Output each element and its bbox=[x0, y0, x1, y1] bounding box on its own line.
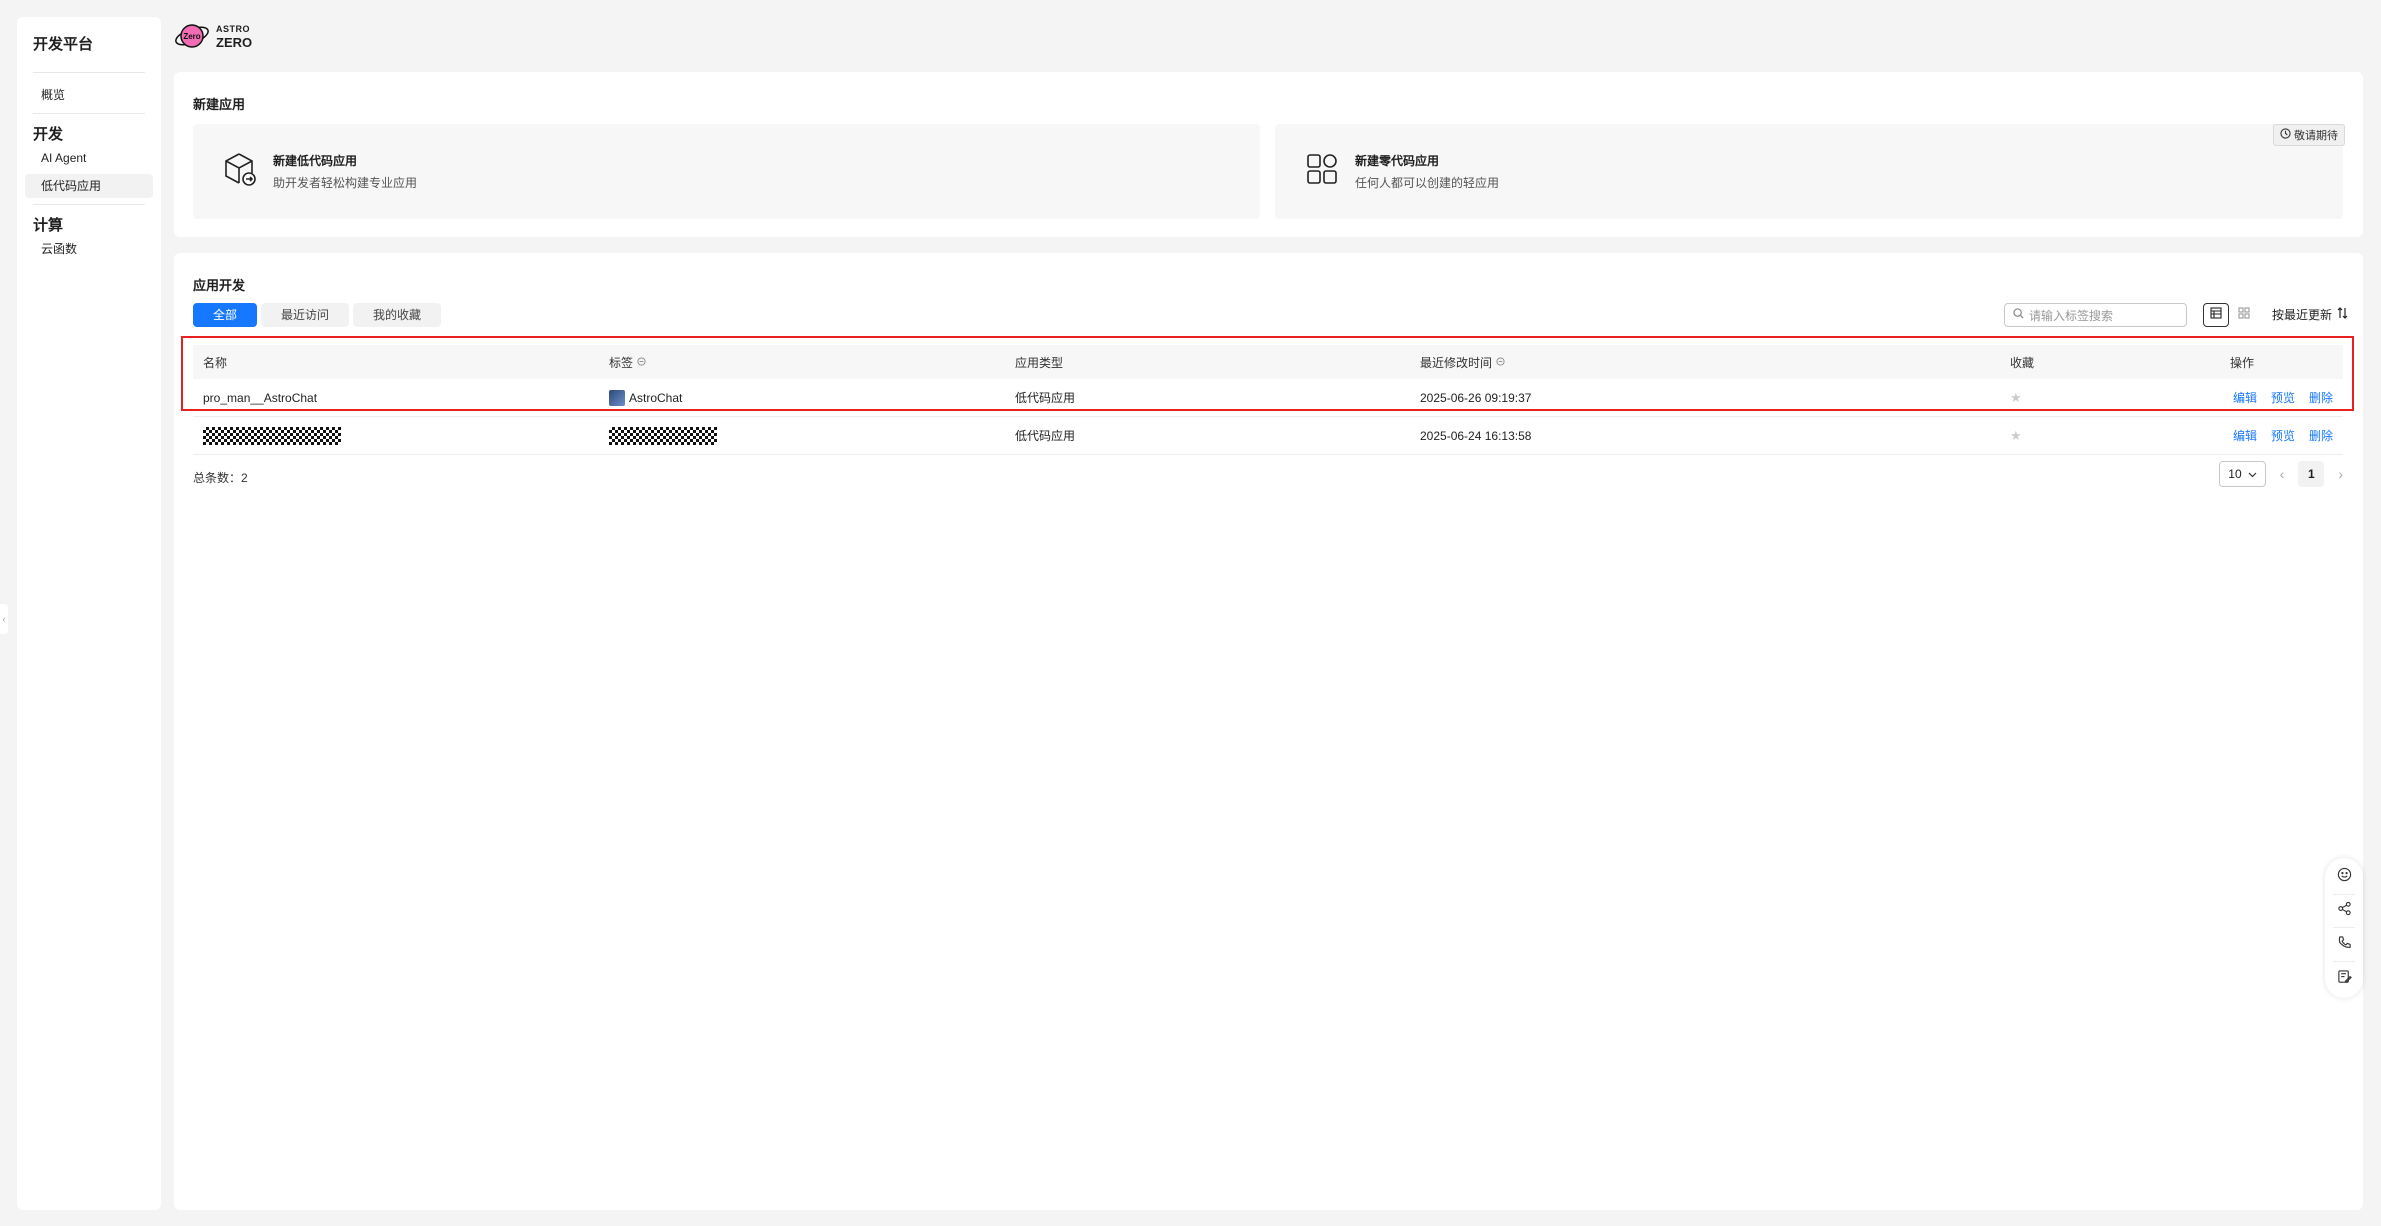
col-modified-label: 最近修改时间 bbox=[1420, 355, 1493, 370]
row-name[interactable]: pro_man__AstroChat bbox=[193, 391, 599, 405]
sidebar-title: 开发平台 bbox=[33, 33, 145, 73]
sidebar-section-compute: 计算 bbox=[33, 217, 64, 234]
app-table: 名称 标签 应用类型 最近修改时间 收藏 操作 pro_man__AstroCh… bbox=[193, 345, 2343, 455]
sidebar-collapse-handle[interactable]: ‹ bbox=[0, 604, 8, 634]
row-tag-label: AstroChat bbox=[629, 390, 683, 405]
search-placeholder: 请输入标签搜索 bbox=[2029, 308, 2114, 323]
sidebar-item-ai-agent[interactable]: AI Agent bbox=[25, 146, 153, 170]
table-row[interactable]: pro_man__AstroChat AstroChat 低代码应用 2025-… bbox=[193, 379, 2343, 417]
new-lowcode-app-tile[interactable]: 新建低代码应用 助开发者轻松构建专业应用 bbox=[193, 124, 1260, 219]
sidebar-item-cloud-function[interactable]: 云函数 bbox=[25, 237, 153, 261]
filter-tabs: 全部 最近访问 我的收藏 bbox=[193, 303, 442, 327]
grid-view-button[interactable] bbox=[2231, 303, 2257, 327]
box-arrow-icon bbox=[223, 151, 257, 192]
sidebar-divider bbox=[33, 204, 145, 205]
list-view-button[interactable] bbox=[2203, 303, 2229, 327]
logo-text: ASTRO ZERO bbox=[216, 22, 252, 50]
table-header: 名称 标签 应用类型 最近修改时间 收藏 操作 bbox=[193, 345, 2343, 379]
edit-link[interactable]: 编辑 bbox=[2233, 427, 2257, 444]
sort-button[interactable]: 按最近更新 bbox=[2272, 303, 2348, 327]
app-dev-title: 应用开发 bbox=[193, 278, 246, 293]
row-type: 低代码应用 bbox=[1015, 429, 1076, 443]
tag-thumbnail bbox=[609, 389, 625, 406]
col-tag-label: 标签 bbox=[609, 355, 634, 370]
row-type: 低代码应用 bbox=[1015, 391, 1076, 405]
sort-label: 按最近更新 bbox=[2272, 308, 2333, 322]
col-modified[interactable]: 最近修改时间 bbox=[1410, 354, 2000, 371]
row-actions: 编辑 预览 删除 bbox=[2100, 427, 2343, 444]
clock-icon bbox=[2280, 128, 2291, 142]
table-row[interactable]: 低代码应用 2025-06-24 16:13:58 ★ 编辑 预览 删除 bbox=[193, 417, 2343, 455]
tab-all[interactable]: 全部 bbox=[193, 303, 258, 327]
toolbar-divider bbox=[2333, 927, 2355, 929]
row-modified: 2025-06-26 09:19:37 bbox=[1420, 390, 1532, 405]
coming-soon-label: 敬请期待 bbox=[2294, 130, 2338, 142]
col-tag[interactable]: 标签 bbox=[599, 354, 1005, 371]
next-page-icon[interactable]: › bbox=[2338, 466, 2343, 482]
grid-shapes-icon bbox=[1305, 152, 1339, 191]
favorite-star-icon[interactable]: ★ bbox=[2000, 390, 2100, 406]
filter-icon bbox=[637, 355, 646, 369]
sidebar-item-overview[interactable]: 概览 bbox=[25, 83, 153, 107]
phone-icon[interactable] bbox=[2337, 935, 2352, 955]
logo-badge-icon: Zero bbox=[174, 20, 210, 52]
preview-link[interactable]: 预览 bbox=[2271, 389, 2295, 406]
row-tag: AstroChat bbox=[599, 389, 1005, 406]
logo[interactable]: Zero ASTRO ZERO bbox=[174, 20, 252, 52]
share-icon[interactable] bbox=[2337, 901, 2352, 921]
sidebar-item-lowcode[interactable]: 低代码应用 bbox=[25, 174, 153, 198]
sidebar-divider bbox=[33, 113, 145, 114]
col-name: 名称 bbox=[203, 355, 228, 370]
logo-line1: ASTRO bbox=[216, 24, 250, 34]
new-app-title: 新建应用 bbox=[193, 97, 246, 112]
search-icon bbox=[2013, 308, 2024, 322]
edit-link[interactable]: 编辑 bbox=[2233, 389, 2257, 406]
tab-favorites[interactable]: 我的收藏 bbox=[353, 303, 442, 327]
tag-search-input[interactable]: 请输入标签搜索 bbox=[2004, 303, 2187, 327]
logo-line2: ZERO bbox=[216, 35, 253, 50]
sidebar-section-dev: 开发 bbox=[33, 126, 64, 143]
toolbar-divider bbox=[2333, 961, 2355, 963]
row-modified: 2025-06-24 16:13:58 bbox=[1420, 428, 1532, 443]
redacted-block bbox=[203, 426, 341, 445]
delete-link[interactable]: 删除 bbox=[2309, 427, 2333, 444]
tab-recent[interactable]: 最近访问 bbox=[261, 303, 350, 327]
col-actions: 操作 bbox=[2230, 355, 2255, 370]
filter-icon bbox=[1496, 355, 1505, 369]
favorite-star-icon[interactable]: ★ bbox=[2000, 428, 2100, 444]
toolbar-divider bbox=[2333, 893, 2355, 895]
feedback-edit-icon[interactable] bbox=[2337, 969, 2352, 989]
tile-desc: 任何人都可以创建的轻应用 bbox=[1355, 176, 1500, 190]
smiley-icon[interactable] bbox=[2337, 867, 2352, 887]
col-type: 应用类型 bbox=[1015, 355, 1064, 370]
chevron-down-icon bbox=[2248, 467, 2257, 481]
prev-page-icon[interactable]: ‹ bbox=[2280, 466, 2285, 482]
tile-desc: 助开发者轻松构建专业应用 bbox=[273, 176, 418, 190]
row-actions: 编辑 预览 删除 bbox=[2100, 389, 2343, 406]
grid-view-icon bbox=[2238, 306, 2250, 324]
new-app-card: 新建应用 新建低代码应用 助开发者轻松构建专业应用 新建零代码应用 任何人都可以… bbox=[174, 72, 2363, 237]
list-view-icon bbox=[2210, 306, 2222, 324]
delete-link[interactable]: 删除 bbox=[2309, 389, 2333, 406]
sidebar: 开发平台 概览 开发 AI Agent 低代码应用 计算 云函数 bbox=[17, 17, 161, 1210]
app-dev-card: 应用开发 全部 最近访问 我的收藏 请输入标签搜索 按最近更新 名称 标签 应用… bbox=[174, 253, 2363, 1210]
page-number[interactable]: 1 bbox=[2298, 461, 2325, 487]
page-size-value: 10 bbox=[2228, 467, 2242, 481]
preview-link[interactable]: 预览 bbox=[2271, 427, 2295, 444]
col-favorite: 收藏 bbox=[2010, 355, 2035, 370]
row-name-redacted[interactable] bbox=[193, 426, 599, 445]
logo-badge-text: Zero bbox=[183, 32, 200, 41]
sort-icon bbox=[2337, 303, 2348, 327]
redacted-block bbox=[609, 426, 717, 445]
pagination: 10 ‹ 1 › bbox=[2219, 461, 2343, 487]
floating-toolbar bbox=[2325, 858, 2363, 998]
new-nocode-app-tile[interactable]: 新建零代码应用 任何人都可以创建的轻应用 bbox=[1275, 124, 2343, 219]
tile-name: 新建低代码应用 bbox=[273, 154, 358, 168]
page-size-select[interactable]: 10 bbox=[2219, 461, 2266, 487]
row-tag-redacted bbox=[599, 426, 1005, 445]
coming-soon-badge: 敬请期待 bbox=[2273, 124, 2345, 146]
total-count: 总条数：2 bbox=[193, 471, 248, 485]
tile-name: 新建零代码应用 bbox=[1355, 154, 1440, 168]
